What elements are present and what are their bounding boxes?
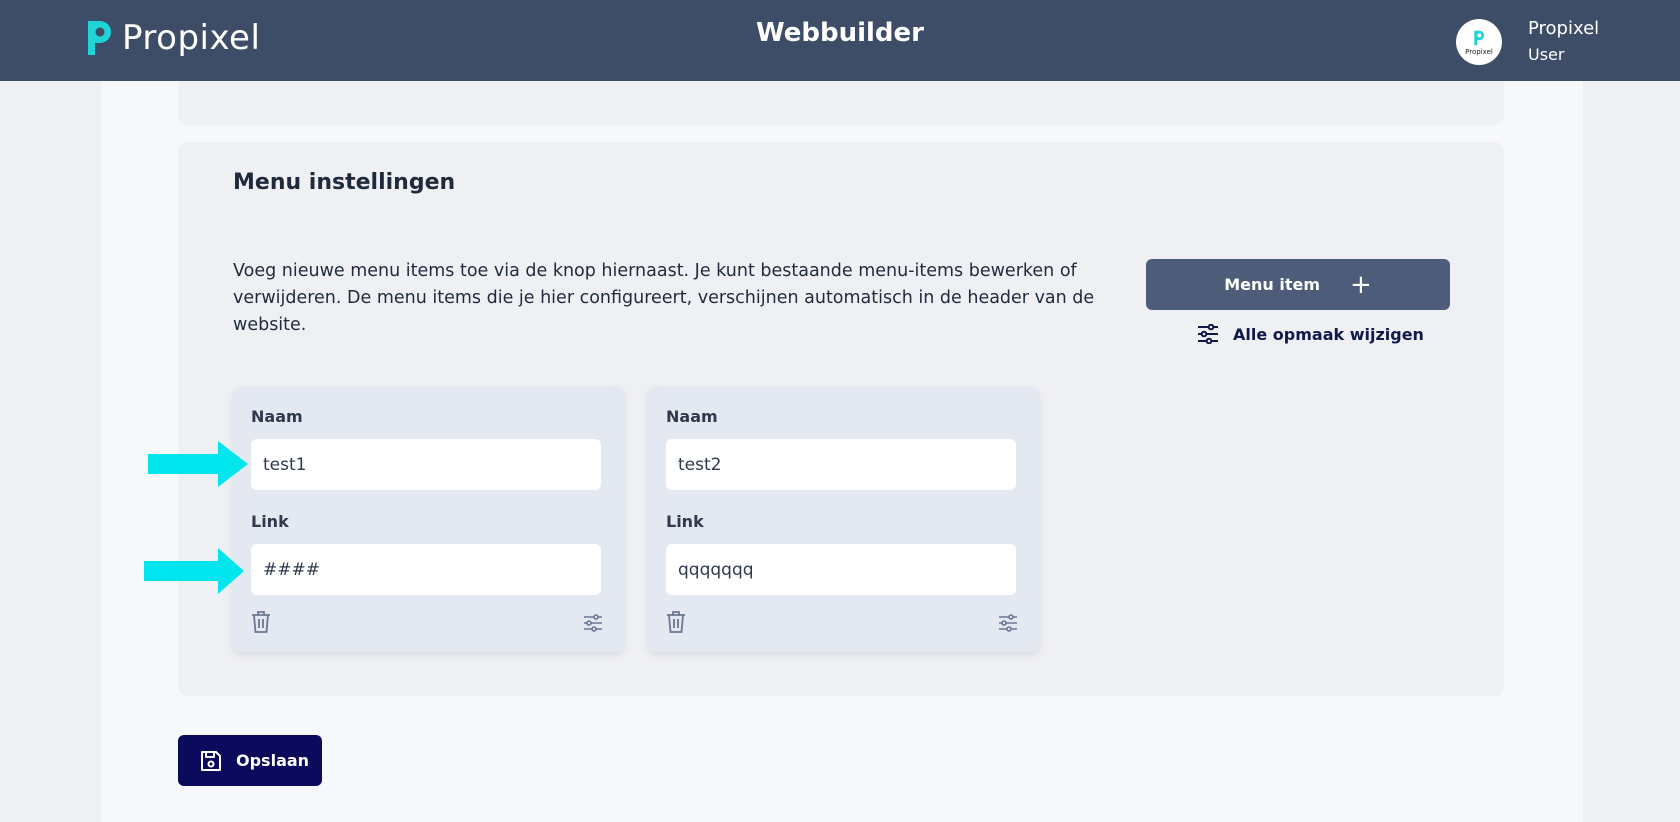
user-menu[interactable]: Propixel Propixel User — [1456, 16, 1599, 68]
save-button[interactable]: Opslaan — [178, 735, 322, 786]
section-title: Menu instellingen — [233, 170, 456, 195]
link-input[interactable]: #### — [251, 544, 601, 595]
arrow-right-icon — [148, 441, 248, 487]
arrow-right-icon — [144, 548, 244, 594]
floppy-disk-icon — [201, 750, 221, 771]
section-description: Voeg nieuwe menu items toe via de knop h… — [233, 261, 1095, 335]
add-menu-item-button[interactable]: Menu item + — [1146, 259, 1450, 310]
name-input[interactable]: test1 — [251, 439, 601, 490]
menu-item-card: Naam test1 Link #### — [233, 387, 624, 652]
link-label: Link — [251, 512, 289, 531]
app-title: Webbuilder — [755, 18, 924, 48]
sliders-icon — [1198, 324, 1218, 344]
top-header: Propixel Webbuilder Propixel Propixel Us… — [0, 0, 1680, 81]
user-name: Propixel — [1528, 18, 1600, 39]
sliders-icon[interactable] — [998, 614, 1018, 632]
edit-all-styles-label: Alle opmaak wijzigen — [1233, 324, 1424, 344]
previous-section-card — [178, 81, 1504, 125]
avatar-text: Propixel — [1465, 47, 1493, 56]
name-label: Naam — [666, 407, 718, 426]
avatar[interactable]: Propixel — [1456, 19, 1502, 65]
name-label: Naam — [251, 407, 303, 426]
trash-icon[interactable] — [251, 610, 271, 634]
save-button-label: Opslaan — [236, 751, 310, 770]
propixel-logo-icon — [1474, 30, 1485, 45]
link-input[interactable]: qqqqqqq — [666, 544, 1016, 595]
edit-all-styles-link[interactable]: Alle opmaak wijzigen — [1197, 324, 1424, 344]
add-menu-item-label: Menu item — [1224, 275, 1320, 294]
trash-icon[interactable] — [666, 610, 686, 634]
user-info: Propixel User — [1528, 16, 1599, 68]
user-role: User — [1528, 45, 1565, 64]
sliders-icon[interactable] — [583, 614, 603, 632]
plus-icon: + — [1349, 269, 1372, 300]
name-input[interactable]: test2 — [666, 439, 1016, 490]
link-label: Link — [666, 512, 704, 531]
menu-item-card: Naam test2 Link qqqqqqq — [648, 387, 1039, 652]
